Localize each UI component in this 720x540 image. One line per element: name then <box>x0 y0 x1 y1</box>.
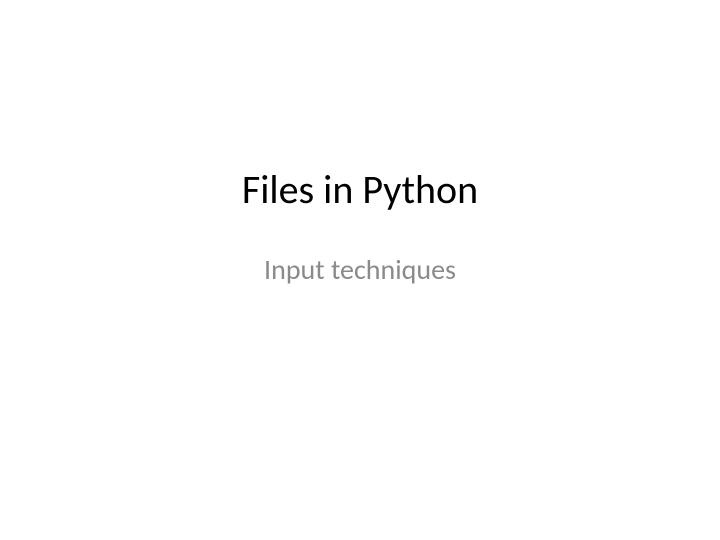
slide-subtitle: Input techniques <box>264 252 456 287</box>
slide-title: Files in Python <box>242 165 478 214</box>
